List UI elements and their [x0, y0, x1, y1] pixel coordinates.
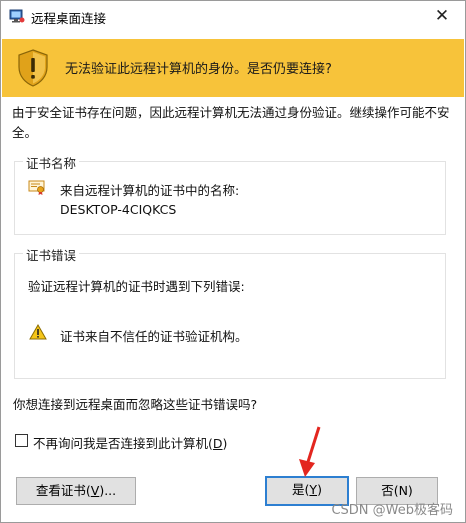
red-arrow-annotation	[291, 425, 327, 481]
title-bar[interactable]: 远程桌面连接 ✕	[1, 1, 465, 31]
csdn-watermark: CSDN @Web极客码	[331, 503, 453, 518]
certificate-error-group: 证书错误 验证远程计算机的证书时遇到下列错误: 证书来自不信任的证书验证机构。	[14, 245, 446, 379]
view-certificate-label: 查看证书(	[35, 483, 91, 498]
dont-ask-again-label[interactable]: 不再询问我是否连接到此计算机(D)	[33, 433, 227, 452]
certificate-error-intro: 验证远程计算机的证书时遇到下列错误:	[28, 279, 245, 294]
no-label: 否(N)	[381, 483, 413, 498]
dont-ask-again-checkbox[interactable]	[15, 434, 28, 447]
warning-banner: 无法验证此远程计算机的身份。是否仍要连接?	[2, 39, 464, 97]
warning-triangle-icon	[29, 323, 47, 340]
close-icon: ✕	[434, 6, 450, 26]
view-certificate-button[interactable]: 查看证书(V)...	[16, 477, 136, 505]
close-button[interactable]: ✕	[427, 5, 457, 27]
warning-message: 无法验证此远程计算机的身份。是否仍要连接?	[65, 62, 332, 77]
checkbox-label-suffix: )	[222, 436, 228, 451]
certificate-error-item: 证书来自不信任的证书验证机构。	[60, 329, 248, 344]
yes-suffix: )	[317, 482, 322, 497]
remote-desktop-dialog: 远程桌面连接 ✕ 无法验证此远程计算机的身份。是否仍要连接? 由于安全证书存在问…	[0, 0, 466, 523]
yes-label: 是(	[292, 482, 310, 497]
certificate-name-caption: 来自远程计算机的证书中的名称:	[60, 183, 240, 198]
certificate-name-group: 证书名称 来自远程计算机的证书中的名称: DESKTOP-4CIQKCS	[14, 153, 446, 235]
certificate-error-legend: 证书错误	[23, 245, 80, 264]
checkbox-label-accesskey: D	[212, 436, 223, 451]
certificate-name-value: DESKTOP-4CIQKCS	[60, 202, 177, 217]
security-description: 由于安全证书存在问题，因此远程计算机无法通过身份验证。继续操作可能不安全。	[12, 105, 450, 140]
view-certificate-suffix: )...	[99, 483, 117, 498]
certificate-name-legend: 证书名称	[23, 153, 80, 172]
warning-shield-icon	[16, 48, 50, 88]
checkbox-label-text: 不再询问我是否连接到此计算机(	[33, 436, 213, 451]
ignore-errors-question: 你想连接到远程桌面而忽略这些证书错误吗?	[13, 397, 258, 412]
remote-desktop-icon	[9, 8, 25, 24]
window-title: 远程桌面连接	[31, 11, 107, 26]
yes-accesskey: Y	[309, 482, 318, 497]
certificate-icon	[28, 179, 46, 195]
